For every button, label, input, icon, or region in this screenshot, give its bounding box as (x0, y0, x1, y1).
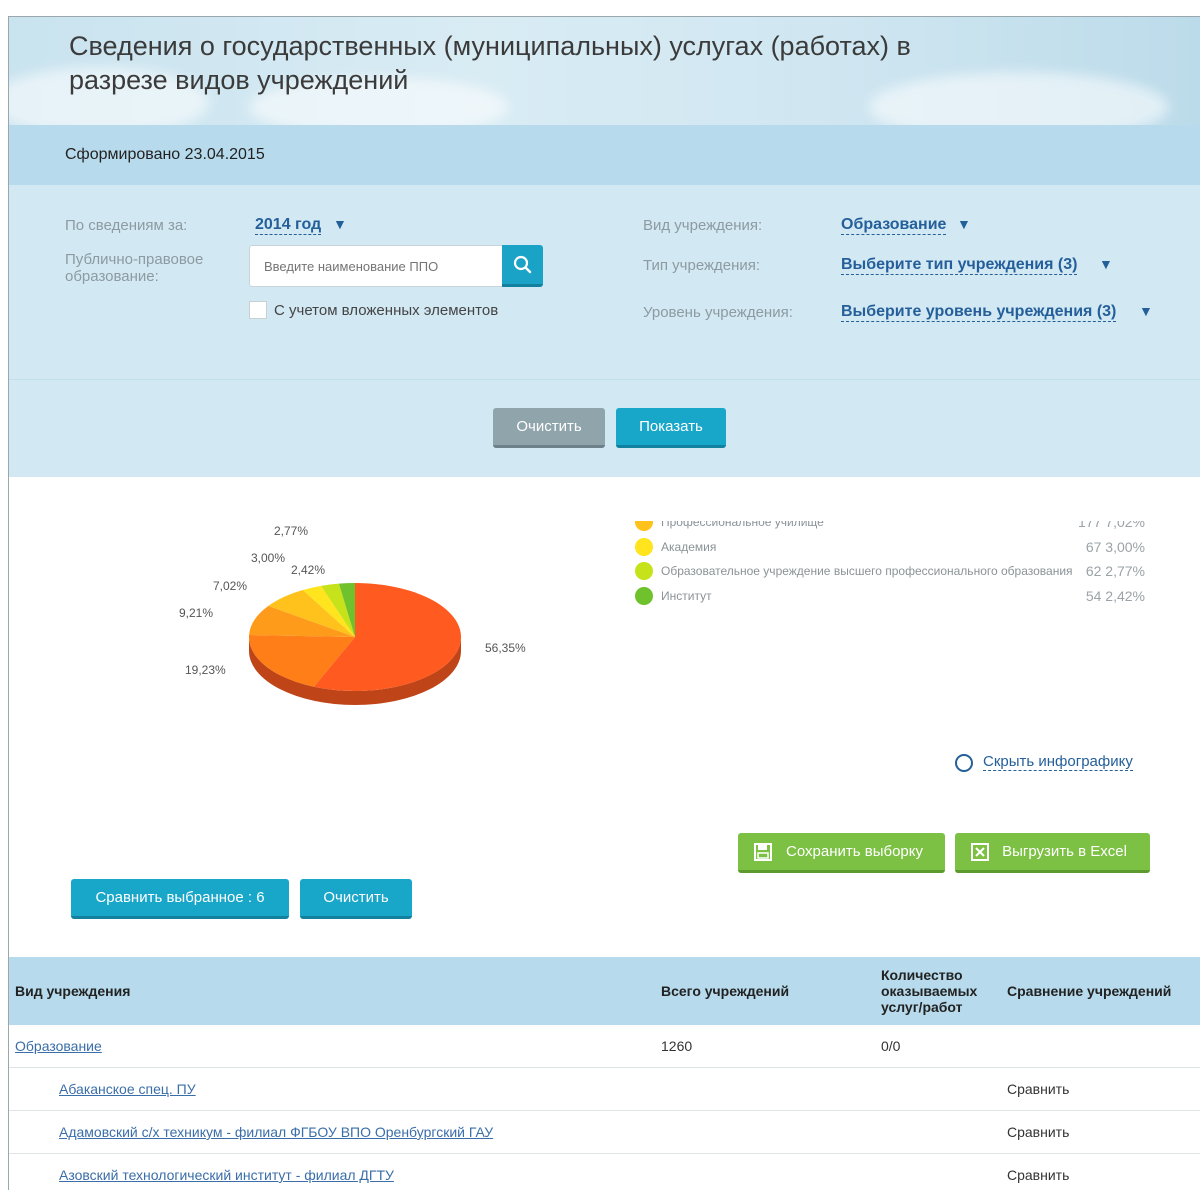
nested-checkbox-label: С учетом вложенных элементов (274, 302, 499, 319)
hide-infographic-link[interactable]: Скрыть инфографику (955, 753, 1133, 772)
legend-value: 62 2,77% (1085, 563, 1145, 579)
legend-value: 54 2,42% (1085, 588, 1145, 604)
legend-name: Образовательное учреждение высшего профе… (661, 564, 1073, 578)
period-dropdown-icon[interactable]: ▼ (333, 216, 347, 232)
table-row: Образование 1260 0/0 (9, 1025, 1200, 1068)
legend-dot (635, 521, 653, 531)
filter-clear-button[interactable]: Очистить (493, 408, 605, 448)
row-name-link[interactable]: Образование (15, 1038, 102, 1054)
row-services: 0/0 (881, 1038, 901, 1054)
page-title: Сведения о государственных (муниципальны… (69, 31, 911, 95)
row-compare-link[interactable]: Сравнить (1007, 1167, 1069, 1183)
legend-name: Профессиональное училище (661, 521, 824, 529)
legend-item: Профессиональное училище 177 7,02% (635, 521, 1145, 532)
period-label: По сведениям за: (65, 217, 188, 234)
report-page: Сведения о государственных (муниципальны… (8, 16, 1200, 1190)
period-select[interactable]: 2014 год (255, 215, 322, 235)
filter-show-button[interactable]: Показать (616, 408, 726, 448)
column-header-services: Количество оказываемых услуг/работ (881, 967, 978, 1015)
pie-label: 19,23% (185, 663, 226, 677)
clear-selected-button[interactable]: Очистить (300, 879, 412, 919)
table-row: Азовский технологический институт - фили… (9, 1154, 1200, 1190)
export-excel-button[interactable]: Выгрузить в Excel (955, 833, 1150, 873)
row-name-link[interactable]: Абаканское спец. ПУ (59, 1081, 196, 1097)
table-row: Абаканское спец. ПУ Сравнить (9, 1068, 1200, 1111)
legend-name: Институт (661, 589, 712, 603)
row-total: 1260 (661, 1038, 693, 1054)
type-label: Тип учреждения: (643, 257, 761, 274)
legend-value: 177 7,02% (1078, 521, 1145, 530)
save-selection-label: Сохранить выборку (786, 843, 923, 860)
pie-label: 3,00% (251, 551, 286, 565)
export-excel-label: Выгрузить в Excel (1002, 843, 1127, 860)
nested-checkbox[interactable] (249, 301, 267, 319)
kind-dropdown-icon[interactable]: ▼ (957, 216, 971, 232)
legend-clip: Профессиональное училище 177 7,02% (9, 521, 1200, 535)
level-select[interactable]: Выберите уровень учреждения (3) (841, 302, 1117, 322)
save-selection-button[interactable]: Сохранить выборку (738, 833, 945, 873)
search-icon (513, 255, 532, 274)
legend-dot (635, 538, 653, 556)
generated-date: Сформировано 23.04.2015 (65, 146, 265, 163)
column-header-kind: Вид учреждения (15, 983, 131, 999)
row-name-link[interactable]: Азовский технологический институт - фили… (59, 1167, 394, 1183)
legend-name: Академия (661, 540, 717, 554)
type-select[interactable]: Выберите тип учреждения (3) (841, 255, 1078, 275)
chevron-up-circle-icon (955, 754, 973, 772)
row-compare-link[interactable]: Сравнить (1007, 1124, 1069, 1140)
pie-label: 56,35% (485, 641, 526, 655)
ppo-search-input[interactable] (249, 245, 502, 287)
row-name-link[interactable]: Адамовский с/х техникум - филиал ФГБОУ В… (59, 1124, 493, 1140)
ppo-search (249, 245, 543, 287)
table-header: Вид учреждения Всего учреждений Количест… (9, 957, 1200, 1025)
column-header-compare: Сравнение учреждений (1007, 983, 1172, 999)
pie-label: 7,02% (213, 579, 248, 593)
filters-panel: По сведениям за: 2014 год ▼ Публично-пра… (9, 185, 1200, 379)
excel-icon (971, 843, 989, 861)
type-dropdown-icon[interactable]: ▼ (1099, 256, 1113, 272)
pie-chart (248, 583, 461, 705)
legend-dot (635, 562, 653, 580)
pie-label: 9,21% (179, 606, 214, 620)
page-header: Сведения о государственных (муниципальны… (9, 17, 1200, 142)
pie-label: 2,42% (291, 563, 326, 577)
legend-item: Образовательное учреждение высшего профе… (635, 561, 1145, 581)
level-label: Уровень учреждения: (643, 304, 793, 321)
filter-actions: Очистить Показать (9, 379, 1200, 477)
legend-dot (635, 587, 653, 605)
level-dropdown-icon[interactable]: ▼ (1139, 303, 1153, 319)
column-header-total: Всего учреждений (661, 983, 790, 999)
kind-label: Вид учреждения: (643, 217, 763, 234)
legend-item: Академия 67 3,00% (635, 537, 1145, 557)
row-compare-link[interactable]: Сравнить (1007, 1081, 1069, 1097)
search-button[interactable] (502, 245, 543, 287)
floppy-icon (754, 843, 772, 861)
kind-select[interactable]: Образование (841, 215, 947, 235)
ppo-label: Публично-правовое образование: (65, 251, 204, 285)
generated-bar: Сформировано 23.04.2015 (9, 125, 1200, 185)
table-row: Адамовский с/х техникум - филиал ФГБОУ В… (9, 1111, 1200, 1154)
legend-item: Институт 54 2,42% (635, 586, 1145, 606)
hide-infographic-label: Скрыть инфографику (983, 753, 1133, 771)
compare-selected-button[interactable]: Сравнить выбранное : 6 (71, 879, 289, 919)
legend-value: 67 3,00% (1085, 539, 1145, 555)
